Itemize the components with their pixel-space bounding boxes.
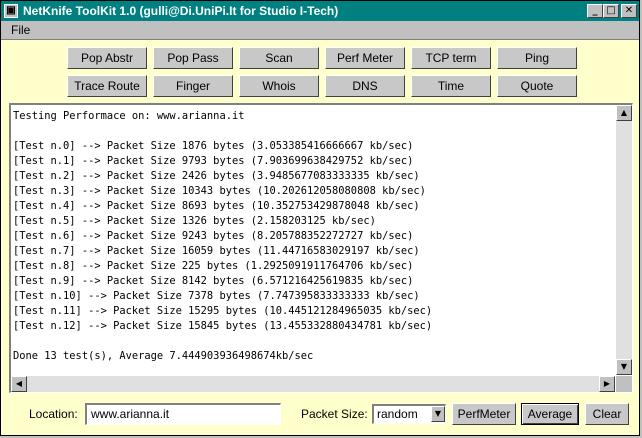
output-line: [Test n.12] --> Packet Size 15845 bytes … [13,320,433,332]
output-line: [Test n.6] --> Packet Size 9243 bytes (8… [13,230,414,242]
output-line: [Test n.9] --> Packet Size 8142 bytes (6… [13,275,414,287]
location-input[interactable]: www.arianna.it [85,403,281,425]
scroll-right-icon[interactable]: ▶ [599,376,615,392]
scroll-left-icon[interactable]: ◀ [11,376,27,392]
output-text[interactable]: Testing Performace on: www.arianna.it [T… [11,105,615,375]
packet-size-select[interactable]: random ▼ [372,404,446,424]
ping-button[interactable]: Ping [497,47,577,69]
packet-size-label: Packet Size: [301,407,368,421]
scroll-up-icon[interactable]: ▲ [616,105,632,121]
title-bar[interactable]: ▣ NetKnife ToolKit 1.0 (gulli@Di.UniPi.I… [1,1,639,21]
packet-size-value: random [377,407,418,421]
scroll-corner [616,376,632,392]
dns-button[interactable]: DNS [325,75,405,97]
output-line: [Test n.0] --> Packet Size 1876 bytes (3… [13,140,414,152]
output-line: Testing Performace on: www.arianna.it [13,110,245,122]
clear-button[interactable]: Clear [585,403,629,425]
output-line: [Test n.5] --> Packet Size 1326 bytes (2… [13,215,376,227]
close-icon[interactable]: ✕ [621,4,637,18]
output-line: [Test n.1] --> Packet Size 9793 bytes (7… [13,155,414,167]
output-line: [Test n.10] --> Packet Size 7378 bytes (… [13,290,420,302]
time-button[interactable]: Time [411,75,491,97]
app-window: ▣ NetKnife ToolKit 1.0 (gulli@Di.UniPi.I… [0,0,640,436]
maximize-icon[interactable]: □ [603,4,619,18]
output-line: [Test n.3] --> Packet Size 10343 bytes (… [13,185,426,197]
perf-meter-button[interactable]: Perf Meter [325,47,405,69]
output-line: Done 13 test(s), Average 7.4449039364986… [13,350,314,362]
vertical-scrollbar[interactable]: ▲ ▼ [616,105,632,375]
minimize-icon[interactable]: _ [587,4,603,18]
output-line: [Test n.4] --> Packet Size 8693 bytes (1… [13,200,420,212]
perfmeter-button[interactable]: PerfMeter [452,403,516,425]
average-button[interactable]: Average [521,403,579,425]
output-panel: Testing Performace on: www.arianna.it [T… [9,103,633,393]
scroll-down-icon[interactable]: ▼ [616,359,632,375]
window-title: NetKnife ToolKit 1.0 (gulli@Di.UniPi.It … [23,4,339,18]
chevron-down-icon[interactable]: ▼ [431,406,445,422]
output-line: [Test n.11] --> Packet Size 15295 bytes … [13,305,433,317]
whois-button[interactable]: Whois [239,75,319,97]
app-icon[interactable]: ▣ [4,4,18,18]
output-line: [Test n.7] --> Packet Size 16059 bytes (… [13,245,420,257]
output-line: [Test n.8] --> Packet Size 225 bytes (1.… [13,260,414,272]
tcp-term-button[interactable]: TCP term [411,47,491,69]
quote-button[interactable]: Quote [497,75,577,97]
menu-file[interactable]: File [11,23,30,37]
finger-button[interactable]: Finger [153,75,233,97]
output-line: [Test n.2] --> Packet Size 2426 bytes (3… [13,170,420,182]
scan-button[interactable]: Scan [239,47,319,69]
pop-abstr-button[interactable]: Pop Abstr [67,47,147,69]
pop-pass-button[interactable]: Pop Pass [153,47,233,69]
location-label: Location: [29,407,78,421]
horizontal-scrollbar[interactable]: ◀ ▶ [11,376,615,392]
trace-route-button[interactable]: Trace Route [67,75,147,97]
menu-bar: File [1,21,639,40]
